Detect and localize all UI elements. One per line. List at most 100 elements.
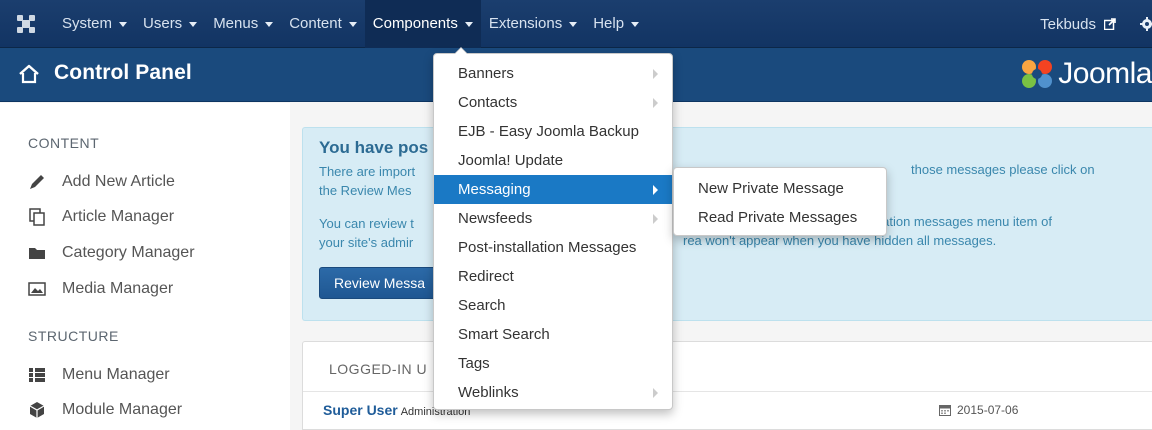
menu-content-label: Content	[289, 15, 342, 32]
menu-item-newsfeeds[interactable]: Newsfeeds	[434, 204, 672, 233]
calendar-icon	[939, 405, 951, 416]
sidebar-item-label: Add New Article	[62, 173, 175, 190]
submenu-item-read-private-messages[interactable]: Read Private Messages	[674, 203, 886, 232]
menu-extensions-label: Extensions	[488, 15, 563, 32]
caret-down-icon	[265, 21, 274, 27]
pencil-icon	[30, 175, 44, 189]
gear-icon[interactable]	[1140, 17, 1152, 31]
menu-item-tags[interactable]: Tags	[434, 349, 672, 378]
chevron-right-icon	[653, 388, 658, 398]
menu-extensions[interactable]: Extensions	[481, 0, 585, 48]
content-heading: CONTENT	[28, 135, 100, 151]
joomla-wordmark: Joomla	[1058, 57, 1152, 90]
sidebar-item-add-new-article[interactable]: Add New Article	[28, 173, 175, 191]
menu-item-search[interactable]: Search	[434, 291, 672, 320]
page-title: Control Panel	[54, 61, 192, 84]
menu-item-label: Contacts	[458, 94, 518, 111]
sidebar-item-article-manager[interactable]: Article Manager	[28, 208, 174, 226]
panel-header: LOGGED-IN U	[303, 342, 1152, 392]
menu-item-label: Post-installation Messages	[458, 239, 637, 256]
menu-item-label: Redirect	[458, 268, 514, 285]
caret-down-icon	[631, 21, 640, 27]
menu-item-label: Weblinks	[458, 384, 519, 401]
menu-menus[interactable]: Menus	[205, 0, 281, 48]
menu-item-label: Joomla! Update	[458, 152, 564, 169]
menu-system-label: System	[62, 15, 113, 32]
chevron-right-icon	[653, 185, 658, 195]
joomla-brand: Joomla	[1019, 56, 1152, 92]
alert-line-1: There are import	[319, 164, 416, 179]
structure-heading: STRUCTURE	[28, 328, 119, 344]
menu-users[interactable]: Users	[135, 0, 205, 48]
home-icon	[19, 64, 39, 84]
menu-menus-label: Menus	[213, 15, 259, 32]
menu-item-messaging[interactable]: Messaging	[434, 175, 672, 204]
login-date: 2015-07-06	[939, 403, 1018, 417]
menu-components-label: Components	[372, 15, 458, 32]
alert-line-2: the Review Mes	[319, 183, 412, 198]
logged-in-users-panel: LOGGED-IN U Super User Administration 201…	[302, 341, 1152, 430]
sidebar-item-label: Article Manager	[62, 208, 175, 225]
menu-help[interactable]: Help	[585, 0, 647, 48]
alert-line-3: You can review t	[319, 216, 414, 231]
caret-down-icon	[119, 21, 128, 27]
chevron-right-icon	[653, 98, 658, 108]
menu-item-smart-search[interactable]: Smart Search	[434, 320, 672, 349]
login-date-value: 2015-07-06	[957, 403, 1019, 417]
submenu-item-new-private-message[interactable]: New Private Message	[674, 174, 886, 203]
caret-down-icon	[189, 21, 198, 27]
menu-item-banners[interactable]: Banners	[434, 59, 672, 88]
menu-item-label: Tags	[458, 355, 490, 372]
menu-item-ejb[interactable]: EJB - Easy Joomla Backup	[434, 117, 672, 146]
menu-item-label: EJB - Easy Joomla Backup	[458, 123, 639, 140]
menu-item-label: Search	[458, 297, 506, 314]
external-link-icon	[1104, 18, 1116, 30]
joomla-logo-icon[interactable]	[15, 13, 37, 35]
list-icon	[29, 368, 45, 382]
menu-item-redirect[interactable]: Redirect	[434, 262, 672, 291]
sidebar-item-media-manager[interactable]: Media Manager	[28, 280, 173, 298]
menu-components[interactable]: Components	[364, 0, 481, 48]
menu-system[interactable]: System	[54, 0, 135, 48]
sidebar-item-module-manager[interactable]: Module Manager	[28, 401, 182, 419]
alert-text-2: You can review t your site's admir	[319, 214, 414, 252]
panel-heading: LOGGED-IN U	[329, 361, 428, 377]
chevron-right-icon	[653, 69, 658, 79]
sidebar-item-menu-manager[interactable]: Menu Manager	[28, 366, 170, 384]
topbar-right: Tekbuds	[1040, 0, 1152, 48]
menu-item-label: Messaging	[458, 181, 531, 198]
site-link[interactable]: Tekbuds	[1040, 16, 1096, 33]
caret-down-icon	[348, 21, 357, 27]
components-dropdown: Banners Contacts EJB - Easy Joomla Backu…	[433, 47, 673, 410]
menu-help-label: Help	[593, 15, 625, 32]
alert-line-3-cont: stallation messages menu item of	[859, 214, 1052, 229]
caret-down-icon	[464, 21, 473, 27]
folder-icon	[29, 248, 45, 259]
alert-title: You have pos	[319, 138, 429, 157]
menu-item-post-installation[interactable]: Post-installation Messages	[434, 233, 672, 262]
sidebar-item-category-manager[interactable]: Category Manager	[28, 244, 195, 262]
sidebar-item-label: Module Manager	[62, 401, 183, 418]
menu-item-joomla-update[interactable]: Joomla! Update	[434, 146, 672, 175]
menu-item-weblinks[interactable]: Weblinks	[434, 378, 672, 407]
sidebar-item-label: Category Manager	[62, 244, 195, 261]
main-menu: System Users Menus Content Components Ex…	[54, 0, 647, 48]
top-menu-bar: System Users Menus Content Components Ex…	[0, 0, 1152, 48]
alert-text: There are import the Review Mes	[319, 162, 415, 200]
menu-item-label: Smart Search	[458, 326, 550, 343]
alert-line-1-cont: those messages please click on	[911, 162, 1095, 177]
cube-icon	[29, 402, 45, 418]
menu-users-label: Users	[143, 15, 183, 32]
caret-down-icon	[569, 21, 578, 27]
messaging-submenu: New Private Message Read Private Message…	[673, 167, 887, 236]
copy-icon	[29, 208, 45, 226]
menu-item-contacts[interactable]: Contacts	[434, 88, 672, 117]
user-name-link[interactable]: Super User	[323, 402, 398, 418]
menu-content[interactable]: Content	[281, 0, 365, 48]
joomla-flower-icon	[1022, 60, 1053, 88]
menu-item-label: Banners	[458, 65, 514, 82]
sidebar: CONTENT Add New Article Article Manager …	[0, 103, 290, 430]
chevron-right-icon	[653, 214, 658, 224]
alert-line-4: your site's admir	[319, 235, 414, 250]
image-icon	[28, 282, 46, 296]
